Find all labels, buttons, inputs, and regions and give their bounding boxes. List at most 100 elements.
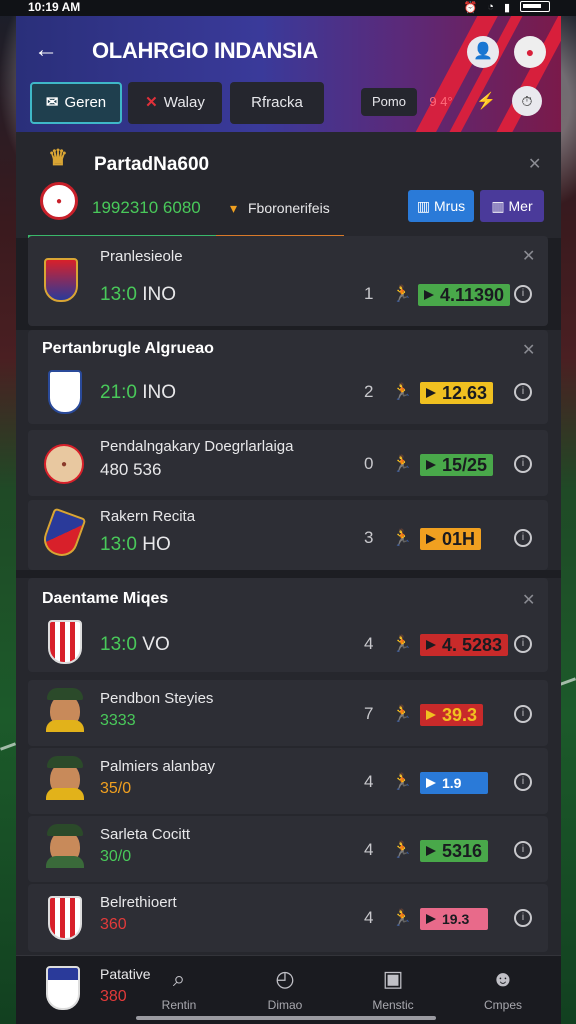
team-name: Pranlesieole [100,248,183,265]
player-row[interactable]: Sarleta Cocitt 30/0 4 🏃 5316 i [28,816,548,882]
pitch-line [559,677,576,686]
odds-badge: 01H [420,528,482,550]
user-icon[interactable]: 👤 [467,36,499,68]
rank: 4 [364,840,374,859]
bottom-nav: Patative 380 ⌕ Rentin ◴ Dimao ▣ Menstic ☻ Cm… [16,955,561,1024]
home-indicator[interactable] [136,1016,436,1020]
player-avatar [46,688,84,732]
player-stat: 35/0 [100,780,132,797]
match-row-panel[interactable]: Daentame Miqes ✕ 13:0 VO 4 🏃 4. 5283 i [28,578,548,672]
info-icon[interactable]: i [514,383,532,401]
info-icon[interactable]: i [514,909,532,927]
tab-rfracka[interactable]: Rfracka [230,82,324,124]
tab-pomo[interactable]: Pomo [361,88,417,116]
rank: 3 [364,528,374,547]
runner-icon: 🏃 [392,706,412,723]
nav-dimao[interactable]: ◴ Dimao [240,966,330,1012]
player-row[interactable]: Belrethioert 360 4 🏃 19.3 i [28,884,548,952]
close-icon[interactable]: ✕ [522,246,535,266]
match-score: 480 536 [100,460,162,479]
tab-label: Rfracka [251,94,303,111]
info-icon[interactable]: i [514,773,532,791]
score-value: 13:0 [100,634,137,655]
shirt [46,788,84,800]
player-row[interactable]: Pendbon Steyies 3333 7 🏃 39.3 i [28,680,548,746]
rank: 4 [364,908,374,927]
odds-badge: 39.3 [420,704,484,726]
info-icon[interactable]: i [514,841,532,859]
tab-geren[interactable]: ✉ Geren [30,82,122,124]
close-icon[interactable]: ✕ [522,340,535,360]
app-window: ← OLAHRGIO INDANSIA 👤 ● ✉ Geren ✕ Walay Rf… [16,16,561,1024]
record-icon[interactable]: ● [514,36,546,68]
rank: 7 [364,704,374,723]
team-crest-icon [46,966,80,1010]
info-icon[interactable]: i [514,635,532,653]
score-value: 13:0 [100,534,137,555]
nav-label: Dimao [267,998,303,1012]
info-icon[interactable]: i [514,285,532,303]
runner-icon: 🏃 [392,910,412,927]
close-icon[interactable]: ✕ [522,590,535,610]
player-stat: 30/0 [100,848,132,865]
match-row-panel[interactable]: Pertanbrugle Algrueao ✕ 21:0 INO 2 🏃 12.… [28,330,548,424]
player-avatar [46,824,84,868]
nav-label: Menstic [372,998,414,1012]
status-bar: 10:19 AM ⏰ ◔ ▮ [0,0,576,16]
time-icon[interactable]: ⏱ [512,86,542,116]
odds-badge: 5316 [420,840,489,862]
nav-menstic[interactable]: ▣ Menstic [348,966,438,1012]
team-name: Pendalngakary Doegrlarlaiga [100,438,294,455]
back-arrow-icon[interactable]: ← [34,36,62,64]
nav-rentin[interactable]: ⌕ Rentin [134,966,224,1012]
team-crest-icon [48,620,82,664]
player-name: Pendbon Steyies [100,690,214,707]
garuda-emblem-icon: ♛ [48,145,68,170]
info-icon[interactable]: i [514,455,532,473]
rank: 2 [364,382,374,401]
player-stat: 3333 [100,712,136,729]
match-score: 13:0 VO [100,634,170,656]
section-two: Pertanbrugle Algrueao ✕ 21:0 INO 2 🏃 12.… [16,330,561,570]
match-subtitle: Fboronerifeis [248,200,330,216]
nav-label: Rentin [161,998,197,1012]
info-icon[interactable]: i [514,529,532,547]
runner-icon: 🏃 [392,774,412,791]
runner-icon[interactable]: ⚡ [472,88,500,116]
button-label: Mer [508,198,533,214]
shirt [46,856,84,868]
team-name: Rakern Recita [100,508,196,525]
tab-label: Geren [64,94,107,111]
close-icon[interactable]: ✕ [528,154,541,174]
mer-button[interactable]: ▥ Mer [480,190,544,222]
tab-walay[interactable]: ✕ Walay [128,82,222,124]
match-row-panel[interactable]: ● Pendalngakary Doegrlarlaiga 480 536 0 … [28,430,548,496]
tab-extra[interactable]: 9 4° [424,88,458,116]
match-score: 13:0 HO [100,534,171,556]
info-icon[interactable]: i [514,705,532,723]
odds-badge: 19.3 [420,908,488,930]
tab-label: Walay [163,94,205,111]
nav-label: Cmpes [483,998,522,1012]
section-title: Daentame Miqes [42,590,169,607]
battery-icon [520,1,550,12]
player-row[interactable]: Palmiers alanbay 35/0 4 🏃 1.9 i [28,748,548,814]
button-label: Mrus [434,198,466,214]
match-row-panel[interactable]: Pranlesieole 13:0 INO ✕ 1 🏃 4.11390 i [28,236,548,326]
score-suffix: INO [142,284,177,305]
player-name: Palmiers alanbay [100,758,216,775]
odds-badge: 1.9 [420,772,488,794]
score-value: 21:0 [100,382,137,403]
match-row-panel[interactable]: Rakern Recita 13:0 HO 3 🏃 01H i [28,500,548,570]
mrus-button[interactable]: ▥ Mrus [408,190,474,222]
compass-icon: ◴ [275,966,295,991]
nav-cmpes[interactable]: ☻ Cmpes [458,966,548,1012]
team-crest-icon [39,507,87,561]
tab-label: 9 4° [429,94,453,109]
odds-badge: 4.11390 [418,284,511,306]
wifi-icon: ◔ [487,1,494,13]
header: ← OLAHRGIO INDANSIA 👤 ● ✉ Geren ✕ Walay Rf… [16,16,561,132]
section-three: Daentame Miqes ✕ 13:0 VO 4 🏃 4. 5283 i P… [16,578,561,955]
shirt [46,720,84,732]
signal-icon: ▮ [503,2,510,14]
